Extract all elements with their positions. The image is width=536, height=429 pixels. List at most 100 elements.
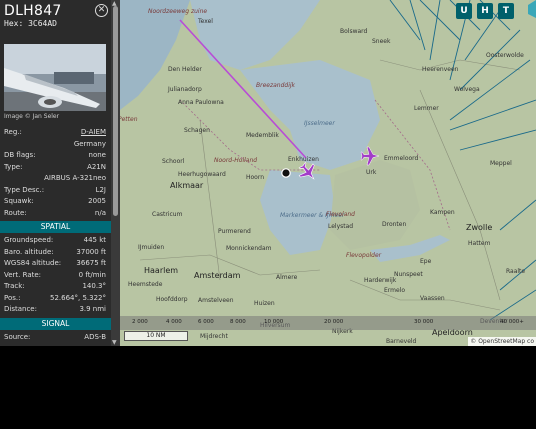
map-place-label: Ermelo: [384, 287, 406, 294]
sidebar-scrollbar[interactable]: ▲ ▼: [111, 0, 120, 346]
map-place-label: Dronten: [382, 221, 407, 228]
altitude-legend-label: 6 000: [198, 319, 214, 325]
map-place-label: Hoofddorp: [156, 296, 188, 303]
spatial-key: Vert. Rate:: [4, 270, 42, 279]
scrollbar-thumb[interactable]: [113, 6, 118, 216]
map-place-label: Julianadorp: [168, 86, 202, 93]
spatial-value: 3.9 nmi: [79, 305, 106, 313]
section-header-signal[interactable]: SIGNAL: [0, 317, 111, 330]
map-place-label: Heemstede: [128, 281, 163, 288]
spatial-key: Pos.:: [4, 293, 21, 302]
details-key: Reg.:: [4, 128, 22, 136]
map-place-label: Alkmaar: [170, 181, 204, 190]
map-place-label: Bolsward: [340, 28, 368, 35]
map-place-label: Amstelveen: [198, 297, 234, 304]
spatial-value: 445 kt: [83, 236, 106, 244]
details-row: Route: n/a: [4, 208, 106, 219]
spatial-row: WGS84 altitude: 36675 ft: [4, 258, 106, 269]
details-value[interactable]: D-AIEM: [81, 127, 106, 138]
map-place-label: Castricum: [152, 211, 183, 218]
hex-code: Hex: 3C64AD: [4, 19, 57, 28]
spatial-key: WGS84 altitude:: [4, 259, 62, 267]
map-place-label: Anna Paulowna: [178, 99, 224, 106]
map-place-label: Den Helder: [168, 66, 202, 73]
map-place-label: Oosterwolde: [486, 52, 524, 59]
map-place-label: Schagen: [184, 127, 210, 134]
details-value: Germany: [73, 139, 106, 148]
details-key: Type Desc.:: [4, 185, 45, 194]
map-place-label: Medemblik: [246, 132, 279, 139]
map-place-label: IJmuiden: [138, 244, 165, 251]
map-place-label: Flevopolder: [346, 252, 382, 259]
altitude-legend-label: 20 000: [324, 319, 344, 325]
map-button-u[interactable]: U: [456, 3, 472, 19]
signal-value: ADS-B: [84, 332, 106, 341]
map-place-label: Flevoland: [326, 211, 355, 218]
details-value: L2J: [95, 185, 106, 194]
details-key: DB flags:: [4, 151, 36, 159]
scroll-down-arrow-icon[interactable]: ▼: [112, 339, 117, 346]
details-row: Squawk: 2005: [4, 196, 106, 207]
spatial-row: Vert. Rate: 0 ft/min: [4, 270, 106, 281]
map-place-label: Barneveld: [386, 338, 417, 345]
map-place-label: Heerhugowaard: [178, 171, 226, 178]
map-place-label: Harderwijk: [364, 277, 397, 284]
aircraft-photo[interactable]: [4, 44, 106, 111]
close-icon[interactable]: ✕: [95, 4, 108, 17]
details-row: Reg.: D-AIEM: [4, 127, 106, 138]
callsign-title: DLH847: [4, 3, 62, 19]
map-place-label: Enkhuizen: [288, 156, 319, 163]
spatial-value: 36675 ft: [76, 259, 106, 267]
photo-credit: Image © Jan Seler: [4, 113, 60, 120]
map-place-label: Hoorn: [246, 174, 265, 181]
map-place-label: Nunspeet: [394, 271, 423, 278]
spatial-row: Baro. altitude: 37000 ft: [4, 247, 106, 258]
details-value: AIRBUS A-321neo: [44, 174, 106, 182]
details-row: AIRBUS A-321neo: [4, 173, 106, 184]
map-place-label: Sneek: [372, 38, 391, 45]
map-place-label: Texel: [198, 18, 213, 25]
section-header-spatial[interactable]: SPATIAL: [0, 221, 111, 233]
spatial-key: Baro. altitude:: [4, 247, 54, 256]
map-view[interactable]: Noordzeeweg zuine Texel Den Helder Julianad…: [120, 0, 536, 346]
hex-label: Hex:: [4, 19, 24, 28]
map-place-label: Purmerend: [218, 228, 251, 235]
map-place-label: Lemmer: [414, 105, 439, 112]
map-place-label: IJsselmeer: [304, 120, 335, 127]
details-row: Type Desc.: L2J: [4, 185, 106, 196]
map-place-label: Huizen: [254, 300, 275, 307]
map-place-label: Kampen: [430, 209, 455, 216]
map-place-label: Haarlem: [144, 266, 179, 275]
map-place-label: Noordzeeweg zuine: [148, 8, 208, 15]
map-place-label: Schoorl: [162, 158, 185, 165]
map-place-label: Hattem: [468, 240, 491, 247]
map-place-label: Almere: [276, 274, 298, 281]
scale-bar: 10 NM: [124, 331, 188, 341]
map-place-label: Raalte: [506, 268, 526, 275]
altitude-legend: 2 000 4 000 6 000 8 000 10 000 20 000 30 000 40…: [120, 316, 536, 330]
details-value: A21N: [87, 162, 106, 171]
map-button-h[interactable]: H: [477, 3, 493, 19]
spatial-key: Track:: [4, 282, 25, 290]
altitude-legend-label: 2 000: [132, 319, 148, 325]
details-value: none: [88, 151, 106, 159]
altitude-legend-label: 4 000: [166, 319, 182, 325]
map-button-t[interactable]: T: [498, 3, 514, 19]
altitude-legend-label: 40 000+: [500, 319, 524, 325]
details-row: Germany: [4, 139, 106, 150]
details-row: Type: A21N: [4, 162, 106, 173]
spatial-key: Groundspeed:: [4, 236, 54, 244]
map-place-label: Emmeloord: [384, 155, 419, 162]
map-attribution[interactable]: © OpenStreetMap co: [468, 337, 536, 346]
details-value: 2005: [88, 197, 106, 205]
spatial-row: Track: 140.3°: [4, 281, 106, 292]
signal-key: Source:: [4, 332, 31, 341]
map-place-label: Vaassen: [420, 295, 445, 302]
map-place-label: Meppel: [490, 160, 512, 167]
spatial-row: Groundspeed: 445 kt: [4, 235, 106, 246]
signal-row: Source: ADS-B: [4, 332, 106, 343]
map-place-label: Lelystad: [328, 223, 354, 230]
spatial-value: 37000 ft: [76, 247, 106, 256]
aircraft-info-panel: DLH847 Hex: 3C64AD ✕ Image © Jan Seler R…: [0, 0, 111, 346]
map-place-label: Heerenveen: [422, 66, 459, 73]
